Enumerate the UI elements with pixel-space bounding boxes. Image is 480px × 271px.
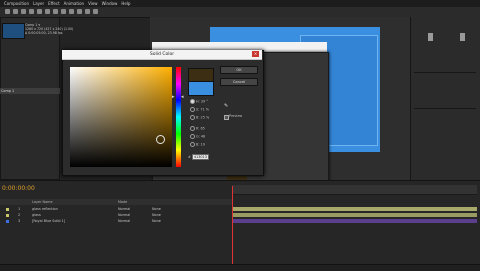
layer-color-label: [6, 219, 9, 223]
layer-row[interactable]: 3 [Royal Blue Solid 1] Normal None: [0, 218, 232, 224]
hue-unit: °: [206, 99, 208, 104]
green-field[interactable]: G: 48: [190, 134, 205, 139]
comp-thumbnail: [2, 23, 25, 39]
brightness-field[interactable]: B: 25 %: [190, 115, 209, 120]
menu-layer[interactable]: Layer: [33, 1, 44, 6]
layer-header: Layer Name Mode: [0, 199, 232, 205]
clone-tool-icon[interactable]: [85, 9, 90, 14]
comp-info: Comp 1 ▾ 1280 x 720 (427 x 240) (1.00) Δ…: [25, 23, 73, 35]
dialog-titlebar: Solid Color ×: [62, 50, 262, 60]
red-label: R:: [196, 126, 200, 131]
panel-icon[interactable]: [428, 33, 433, 41]
green-value[interactable]: 48: [201, 135, 205, 139]
color-picker-ring[interactable]: [156, 135, 165, 144]
hue-right-arrow-icon[interactable]: ◂: [181, 95, 184, 100]
shape-tool-icon[interactable]: [53, 9, 58, 14]
saturation-field[interactable]: S: 71 %: [190, 107, 209, 112]
menu-composition[interactable]: Composition: [4, 1, 29, 6]
layer-name-header: Layer Name: [32, 200, 53, 204]
red-value[interactable]: 65: [200, 127, 204, 131]
brightness-value[interactable]: 25: [201, 116, 205, 120]
dialog-title: Solid Color: [149, 51, 175, 57]
layer-duration-bar[interactable]: [232, 213, 477, 217]
green-radio-icon[interactable]: [190, 134, 195, 139]
hue-value[interactable]: 39: [201, 100, 205, 104]
original-color-swatch[interactable]: [188, 81, 214, 96]
blue-value[interactable]: 19: [201, 143, 205, 147]
cancel-button[interactable]: Cancel: [220, 78, 258, 86]
layer-mode[interactable]: Normal: [118, 218, 130, 224]
brightness-label: B:: [196, 115, 200, 120]
layer-number: 3: [18, 219, 21, 223]
layer-duration-bar[interactable]: [232, 219, 477, 223]
brightness-radio-icon[interactable]: [190, 115, 195, 120]
layer-color-label: [6, 207, 9, 211]
layer-trkmat[interactable]: None: [152, 218, 161, 224]
eyedropper-icon[interactable]: ✎: [224, 103, 230, 109]
camera-tool-icon[interactable]: [37, 9, 42, 14]
right-panel: [410, 17, 480, 195]
brightness-shade: [70, 67, 172, 167]
brightness-unit: %: [205, 115, 210, 120]
blue-field[interactable]: B: 19: [190, 142, 205, 147]
hue-radio-icon[interactable]: [190, 99, 195, 104]
time-ruler[interactable]: [232, 185, 477, 195]
close-icon[interactable]: ×: [252, 51, 259, 57]
hex-field-row: # 413013: [188, 154, 209, 160]
green-label: G:: [196, 134, 200, 139]
pen-tool-icon[interactable]: [61, 9, 66, 14]
layer-duration-bar[interactable]: [232, 207, 477, 211]
blue-label: B:: [196, 142, 200, 147]
panel-divider: [414, 72, 476, 73]
menu-bar: Composition Layer Effect Animation View …: [0, 0, 480, 7]
red-field[interactable]: R: 65: [190, 126, 205, 131]
mode-header: Mode: [118, 200, 128, 204]
zoom-tool-icon[interactable]: [21, 9, 26, 14]
preview-label: Preview: [229, 114, 243, 118]
menu-help[interactable]: Help: [121, 1, 130, 6]
project-panel: [0, 17, 60, 180]
current-time-indicator[interactable]: [232, 186, 233, 264]
comp-duration-info: Δ 0:00:05:00, 23.98 fps: [25, 31, 63, 35]
hue-left-arrow-icon[interactable]: ▸: [172, 95, 175, 100]
saturation-value[interactable]: 71: [200, 108, 204, 112]
project-item-comp[interactable]: Comp 1: [0, 88, 60, 94]
eraser-tool-icon[interactable]: [93, 9, 98, 14]
blue-radio-icon[interactable]: [190, 142, 195, 147]
layer-color-label: [6, 213, 9, 217]
menu-window[interactable]: Window: [102, 1, 118, 6]
panel-icon-2[interactable]: [460, 33, 465, 41]
saturation-unit: %: [205, 107, 210, 112]
hand-tool-icon[interactable]: [13, 9, 18, 14]
layer-name: [Royal Blue Solid 1]: [32, 219, 66, 223]
rotate-tool-icon[interactable]: [29, 9, 34, 14]
pan-behind-tool-icon[interactable]: [45, 9, 50, 14]
panel-divider-2: [414, 108, 476, 109]
hue-label: H:: [196, 99, 200, 104]
hue-field[interactable]: H: 39 °: [190, 99, 208, 104]
hex-prefix: #: [188, 155, 191, 159]
ok-button[interactable]: OK: [220, 66, 258, 74]
menu-effect[interactable]: Effect: [48, 1, 60, 6]
type-tool-icon[interactable]: [69, 9, 74, 14]
saturation-label: S:: [196, 107, 200, 112]
menu-animation[interactable]: Animation: [64, 1, 84, 6]
menu-view[interactable]: View: [88, 1, 98, 6]
timecode-display[interactable]: 0:00:00:00: [2, 185, 35, 192]
hex-input[interactable]: 413013: [191, 154, 209, 160]
red-radio-icon[interactable]: [190, 126, 195, 131]
brush-tool-icon[interactable]: [77, 9, 82, 14]
selection-tool-icon[interactable]: [5, 9, 10, 14]
hue-slider[interactable]: [176, 67, 181, 167]
saturation-radio-icon[interactable]: [190, 107, 195, 112]
